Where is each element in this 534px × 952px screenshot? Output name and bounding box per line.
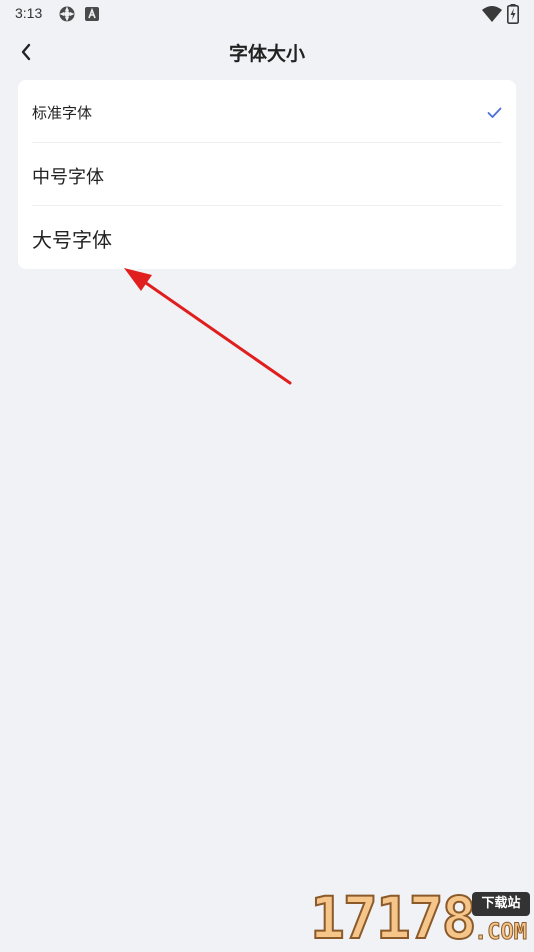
watermark-logo: 17178 下载站 .COM [308, 886, 534, 950]
font-size-options-card: 标准字体 中号字体 大号字体 [18, 80, 516, 269]
check-icon [487, 104, 502, 123]
sync-icon [58, 5, 76, 27]
status-time: 3:13 [15, 5, 43, 21]
a-badge-icon [85, 6, 99, 25]
option-standard-font[interactable]: 标准字体 [18, 80, 516, 143]
wifi-icon [482, 6, 502, 26]
status-bar: 3:13 [0, 0, 534, 28]
watermark-badge: 下载站 [472, 892, 530, 916]
option-medium-font[interactable]: 中号字体 [18, 143, 516, 206]
battery-charging-icon [507, 4, 519, 28]
option-label: 标准字体 [32, 104, 93, 122]
option-label: 大号字体 [32, 228, 112, 252]
app-bar: 字体大小 [0, 28, 534, 76]
watermark-suffix: .COM [474, 920, 528, 946]
page-title: 字体大小 [228, 43, 305, 65]
option-label: 中号字体 [32, 167, 104, 188]
watermark-digits: 17178 [309, 884, 478, 952]
option-large-font[interactable]: 大号字体 [18, 206, 516, 269]
